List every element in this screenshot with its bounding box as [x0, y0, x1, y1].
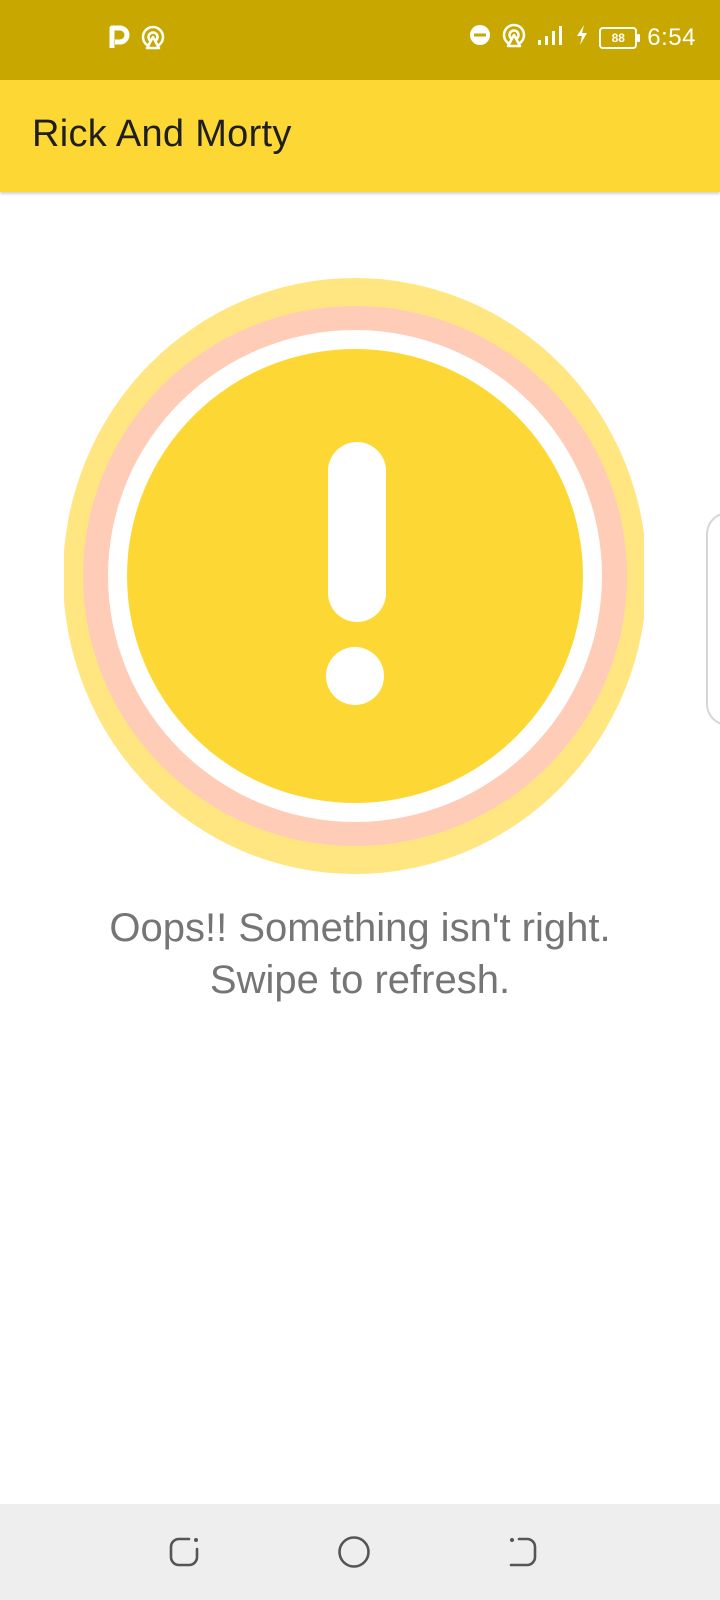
back-icon[interactable] — [505, 1534, 541, 1570]
error-message-line2: Swipe to refresh. — [209, 958, 511, 1002]
hotspot-icon — [501, 22, 527, 53]
recent-apps-icon[interactable] — [167, 1534, 203, 1570]
status-right-icons: 88 6:54 — [469, 22, 696, 53]
charging-icon — [575, 24, 589, 51]
error-view[interactable]: Oops!! Something isn't right. Swipe to r… — [0, 192, 720, 1504]
parking-app-icon — [108, 24, 130, 55]
signal-icon — [537, 24, 565, 51]
error-message-line1: Oops!! Something isn't right. — [109, 906, 611, 950]
home-icon[interactable] — [336, 1534, 372, 1570]
hotspot-icon — [140, 24, 166, 55]
status-bar: 88 6:54 — [0, 0, 720, 80]
status-time: 6:54 — [647, 23, 696, 51]
navigation-bar — [0, 1504, 720, 1600]
battery-level: 88 — [611, 30, 625, 45]
battery-icon: 88 — [599, 26, 641, 49]
app-title: Rick And Morty — [32, 113, 292, 155]
do-not-disturb-icon — [469, 24, 491, 51]
edge-panel-handle[interactable] — [706, 512, 720, 726]
app-bar: Rick And Morty — [0, 80, 720, 192]
exclamation-alert-icon — [326, 442, 386, 705]
error-message: Oops!! Something isn't right. Swipe to r… — [0, 902, 720, 1006]
alert-illustration — [64, 272, 656, 880]
status-left-icons — [108, 24, 166, 55]
